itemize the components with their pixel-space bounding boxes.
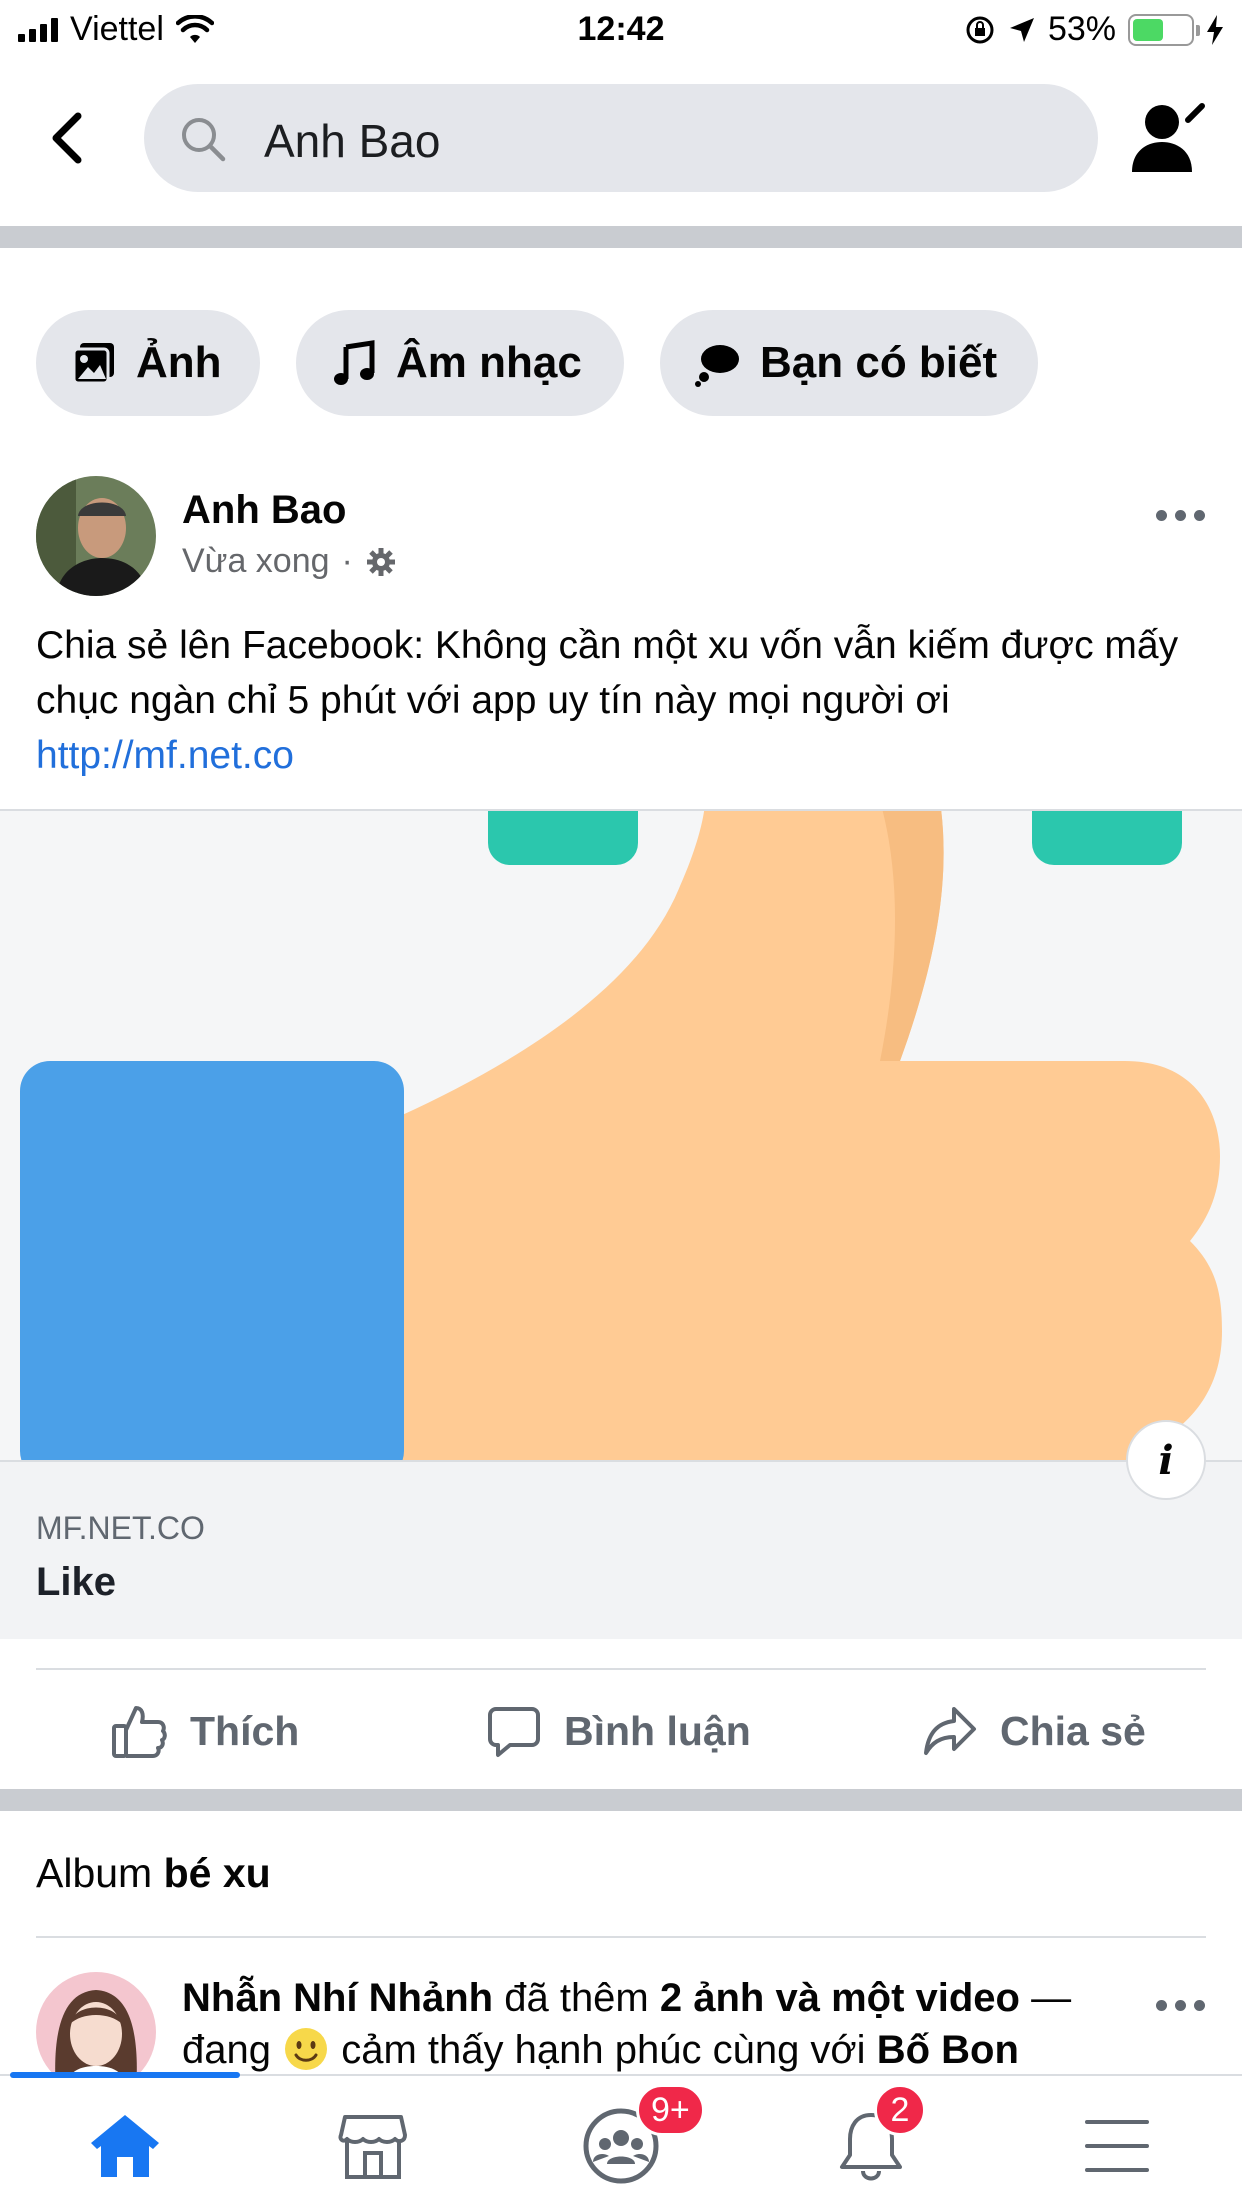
album-prefix: Album <box>36 1850 153 1896</box>
back-button[interactable] <box>40 108 100 168</box>
album-title[interactable]: Album bé xu <box>36 1850 271 1897</box>
menu-icon <box>1085 2120 1149 2172</box>
link-preview-footer: MF.NET.CO Like <box>0 1460 1242 1639</box>
share-label: Chia sẻ <box>1000 1707 1146 1754</box>
search-query: Anh Bao <box>264 115 441 167</box>
tab-notifications[interactable]: 2 <box>826 2084 926 2186</box>
post2-feeling: cảm thấy hạnh phúc cùng với <box>341 2028 866 2072</box>
post2-verb: đã thêm <box>504 1976 649 2020</box>
post2-text: Nhẫn Nhí Nhảnh đã thêm 2 ảnh và một vide… <box>182 1972 1142 2076</box>
album-name: bé xu <box>163 1850 271 1896</box>
search-icon <box>182 118 226 162</box>
charging-bolt-icon <box>1207 14 1223 45</box>
status-right: 53% <box>964 10 1224 49</box>
tab-menu[interactable] <box>1072 2106 1162 2186</box>
link-preview-image <box>0 811 1242 1460</box>
filter-chip-did-you-know[interactable]: Bạn có biết <box>660 310 1038 416</box>
post2-author[interactable]: Nhẫn Nhí Nhảnh <box>182 1976 493 2020</box>
photo-icon <box>72 343 114 385</box>
filter-chip-label: Ảnh <box>136 338 222 387</box>
groups-badge: 9+ <box>636 2084 705 2136</box>
link-preview-card[interactable]: MF.NET.CO Like <box>0 809 1242 1639</box>
battery-percent: 53% <box>1047 10 1116 48</box>
section-divider <box>0 1789 1242 1811</box>
meta-separator: · <box>341 542 353 580</box>
status-bar: Viettel 12:42 53% <box>0 0 1242 62</box>
post-author[interactable]: Anh Bao <box>182 488 346 533</box>
tab-groups[interactable]: 9+ <box>576 2084 705 2186</box>
post-options-button[interactable] <box>1152 1990 1208 2020</box>
battery-icon <box>1128 13 1200 46</box>
marketplace-icon <box>338 2115 407 2179</box>
music-note-icon <box>334 340 375 385</box>
comment-label: Bình luận <box>564 1707 751 1754</box>
tab-marketplace[interactable] <box>328 2106 418 2186</box>
post-meta: Vừa xong · <box>182 542 397 581</box>
home-icon <box>91 2115 159 2177</box>
post2-line2: đang cảm thấy hạnh phúc cùng với Bố Bon <box>182 2024 1142 2076</box>
actions-divider <box>36 1668 1206 1670</box>
comment-button[interactable]: Bình luận <box>486 1696 751 1766</box>
post-body: Chia sẻ lên Facebook: Không cần một xu v… <box>36 618 1216 783</box>
post-text: Chia sẻ lên Facebook: Không cần một xu v… <box>36 624 1179 722</box>
gear-icon <box>366 547 395 576</box>
post2-object[interactable]: 2 ảnh và một video <box>660 1976 1020 2020</box>
link-title: Like <box>36 1560 117 1604</box>
post2-tagged[interactable]: Bố Bon <box>877 2028 1019 2072</box>
post2-line2-pre: đang <box>182 2028 271 2072</box>
link-domain: MF.NET.CO <box>36 1510 205 1546</box>
search-input[interactable]: Anh Bao <box>144 84 1098 192</box>
filter-chip-label: Âm nhạc <box>396 338 582 387</box>
post2-dash: — <box>1031 1976 1072 2020</box>
tab-home[interactable] <box>80 2106 170 2186</box>
smiley-icon <box>285 2028 328 2070</box>
post-options-button[interactable] <box>1152 500 1208 530</box>
like-label: Thích <box>190 1707 300 1754</box>
header-divider <box>0 226 1242 248</box>
notifications-badge: 2 <box>874 2084 926 2136</box>
album-divider <box>36 1936 1206 1938</box>
like-button[interactable]: Thích <box>110 1696 299 1766</box>
thought-bubble-icon <box>695 345 739 387</box>
location-arrow-icon <box>1009 17 1034 42</box>
search-header: Anh Bao <box>0 70 1242 210</box>
post2-line1: Nhẫn Nhí Nhảnh đã thêm 2 ảnh và một vide… <box>182 1972 1142 2024</box>
avatar[interactable] <box>36 476 156 596</box>
post-link[interactable]: http://mf.net.co <box>36 728 1216 783</box>
comment-icon <box>488 1707 540 1757</box>
filter-chip-label: Bạn có biết <box>760 338 998 387</box>
active-tab-indicator <box>10 2072 240 2078</box>
thumbs-up-icon <box>112 1706 167 1758</box>
tab-bar: 9+ 2 <box>0 2072 1242 2208</box>
share-button[interactable]: Chia sẻ <box>922 1696 1146 1766</box>
info-button[interactable]: i <box>1126 1420 1206 1500</box>
filter-chip-music[interactable]: Âm nhạc <box>296 310 624 416</box>
post-time: Vừa xong <box>182 542 330 580</box>
share-icon <box>924 1707 976 1755</box>
filter-chip-photos[interactable]: Ảnh <box>36 310 260 416</box>
profile-edit-icon[interactable] <box>1128 100 1208 176</box>
orientation-lock-icon <box>966 16 994 43</box>
